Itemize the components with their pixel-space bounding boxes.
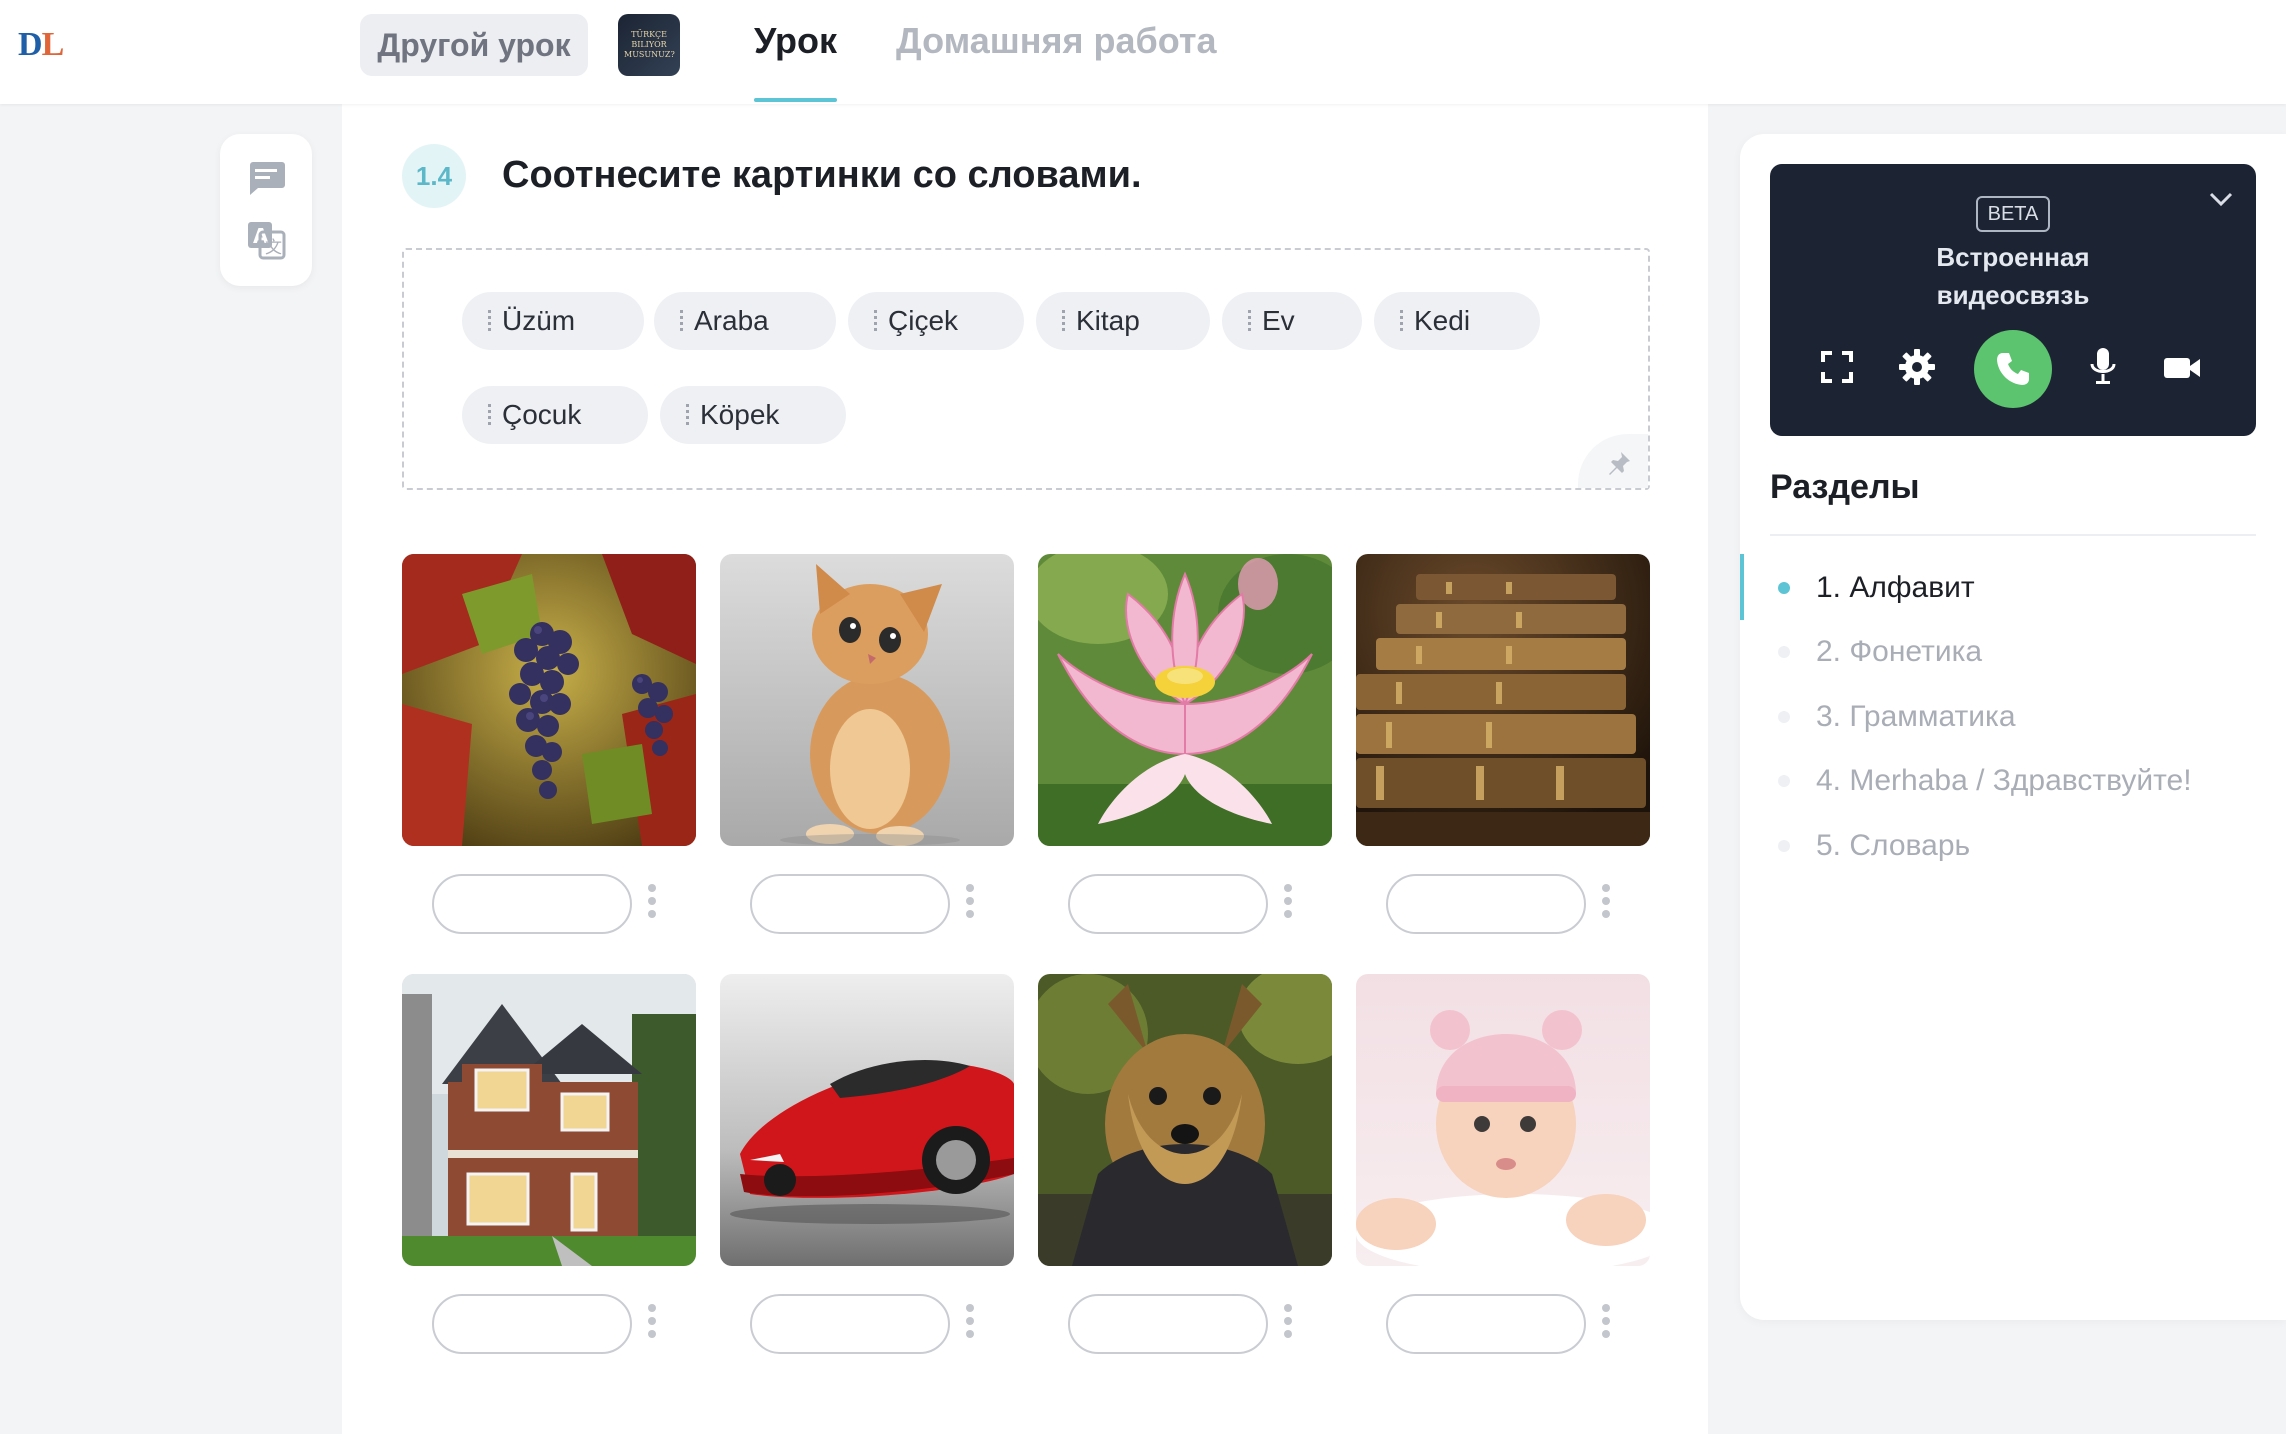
other-lesson-button[interactable]: Другой урок: [360, 14, 588, 76]
sections-title: Разделы: [1770, 468, 1920, 506]
section-dot: [1778, 775, 1790, 787]
word-chip-araba[interactable]: Araba: [654, 292, 836, 350]
tools-panel: A 文: [220, 134, 312, 286]
sections-divider: [1770, 534, 2256, 536]
video-call-widget: BETA Встроенная видеосвязь: [1770, 164, 2256, 436]
section-label: 1. Алфавит: [1816, 571, 1975, 604]
right-panel: BETA Встроенная видеосвязь Разделы 1. Ал…: [1740, 134, 2286, 1320]
chevron-down-icon[interactable]: [2208, 190, 2234, 208]
card-menu-icon[interactable]: [1599, 884, 1613, 924]
fullscreen-icon[interactable]: [1820, 350, 1854, 384]
camera-icon[interactable]: [2162, 354, 2202, 382]
answer-drop-slot[interactable]: [750, 874, 950, 934]
pin-button[interactable]: [1578, 434, 1648, 488]
card-menu-icon[interactable]: [1281, 1304, 1295, 1344]
logo-letter-l: L: [41, 26, 65, 63]
note-icon[interactable]: [244, 156, 288, 200]
section-dot: [1778, 582, 1790, 594]
word-chip-kedi[interactable]: Kedi: [1374, 292, 1540, 350]
section-item-grammar[interactable]: 3. Грамматика: [1740, 687, 2286, 747]
card-menu-icon[interactable]: [1281, 884, 1295, 924]
red-car-image: [720, 974, 1014, 1266]
grapes-image: [402, 554, 696, 846]
word-chip-uzum[interactable]: Üzüm: [462, 292, 644, 350]
section-item-merhaba[interactable]: 4. Merhaba / Здравствуйте!: [1740, 751, 2286, 811]
answer-drop-slot[interactable]: [432, 1294, 632, 1354]
word-bank: Üzüm Araba Çiçek Kitap Ev Kedi Çocuk Köp…: [402, 248, 1650, 490]
word-chip-kopek[interactable]: Köpek: [660, 386, 846, 444]
house-image: [402, 974, 696, 1266]
course-thumbnail-text: TÜRKÇE BILIYOR MUSUNUZ?: [624, 30, 675, 59]
section-dot: [1778, 711, 1790, 723]
pin-icon: [1609, 452, 1630, 475]
answer-drop-slot[interactable]: [1386, 1294, 1586, 1354]
svg-text:文: 文: [265, 238, 282, 258]
card-menu-icon[interactable]: [1599, 1304, 1613, 1344]
logo-letter-d: D: [18, 26, 43, 63]
section-item-phonetics[interactable]: 2. Фонетика: [1740, 622, 2286, 682]
task-title: Соотнесите картинки со словами.: [502, 154, 1142, 196]
top-bar: DL Другой урок TÜRKÇE BILIYOR MUSUNUZ? У…: [0, 0, 2286, 104]
section-item-dictionary[interactable]: 5. Словарь: [1740, 816, 2286, 876]
microphone-icon[interactable]: [2088, 346, 2118, 388]
word-chip-ev[interactable]: Ev: [1222, 292, 1362, 350]
lesson-content: 1.4 Соотнесите картинки со словами. Üzüm…: [342, 104, 1708, 1434]
card-menu-icon[interactable]: [963, 1304, 977, 1344]
video-title-line1: Встроенная: [1936, 242, 2090, 272]
card-menu-icon[interactable]: [963, 884, 977, 924]
answer-drop-slot[interactable]: [1386, 874, 1586, 934]
task-number-badge: 1.4: [402, 144, 466, 208]
app-logo[interactable]: DL: [18, 26, 65, 64]
answer-drop-slot[interactable]: [750, 1294, 950, 1354]
books-image: [1356, 554, 1650, 846]
video-title-line2: видеосвязь: [1936, 280, 2090, 310]
answer-drop-slot[interactable]: [432, 874, 632, 934]
course-thumbnail[interactable]: TÜRKÇE BILIYOR MUSUNUZ?: [618, 14, 680, 76]
translate-icon[interactable]: A 文: [244, 218, 288, 262]
section-item-alphabet[interactable]: 1. Алфавит: [1740, 554, 2286, 620]
section-dot: [1778, 840, 1790, 852]
section-dot: [1778, 646, 1790, 658]
tab-homework[interactable]: Домашняя работа: [896, 20, 1217, 62]
tab-lesson[interactable]: Урок: [754, 20, 838, 102]
word-chip-cicek[interactable]: Çiçek: [848, 292, 1024, 350]
call-button[interactable]: [1974, 330, 2052, 408]
beta-badge: BETA: [1976, 196, 2050, 232]
baby-image: [1356, 974, 1650, 1266]
word-chip-kitap[interactable]: Kitap: [1036, 292, 1210, 350]
gear-icon[interactable]: [1898, 348, 1936, 386]
answer-drop-slot[interactable]: [1068, 1294, 1268, 1354]
section-label: 4. Merhaba / Здравствуйте!: [1816, 764, 2192, 797]
section-label: 2. Фонетика: [1816, 635, 1983, 668]
card-menu-icon[interactable]: [645, 1304, 659, 1344]
section-label: 5. Словарь: [1816, 829, 1971, 862]
word-chip-cocuk[interactable]: Çocuk: [462, 386, 648, 444]
phone-icon: [1997, 353, 2029, 385]
lotus-flower-image: [1038, 554, 1332, 846]
yorkshire-terrier-image: [1038, 974, 1332, 1266]
kitten-image: [720, 554, 1014, 846]
section-label: 3. Грамматика: [1816, 700, 2016, 733]
card-menu-icon[interactable]: [645, 884, 659, 924]
answer-drop-slot[interactable]: [1068, 874, 1268, 934]
